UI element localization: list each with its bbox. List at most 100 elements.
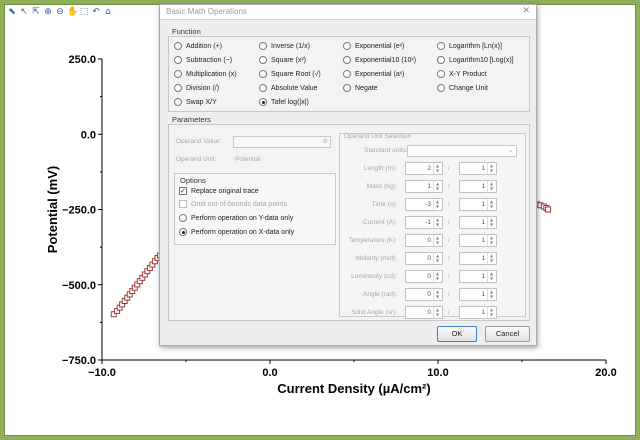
spinner-arrows-icon[interactable]: ▲ ▼	[487, 253, 495, 264]
radio-unselected-icon	[174, 70, 182, 78]
function-radio-10[interactable]: Exponential (aˣ)	[343, 70, 404, 78]
spinner-arrows-icon[interactable]: ▲ ▼	[433, 289, 441, 300]
unit-numerator-spinner[interactable]: 2 ▲ ▼	[405, 162, 443, 175]
unit-row-label: Solid Angle (sr):	[351, 309, 397, 316]
unit-numerator-spinner[interactable]: -1 ▲ ▼	[405, 216, 443, 229]
function-radio-6[interactable]: Exponential10 (10ˣ)	[343, 56, 416, 64]
unit-row-label: Time (s):	[371, 201, 397, 208]
spinner-arrows-icon[interactable]: ▲ ▼	[487, 199, 495, 210]
function-radio-label: Logarithm10 [Log(x)]	[449, 56, 514, 64]
function-radio-2[interactable]: Exponential (eˣ)	[343, 42, 404, 50]
spinner-arrows-icon[interactable]: ▲ ▼	[433, 199, 441, 210]
spinner-arrows-icon[interactable]: ▲ ▼	[487, 163, 495, 174]
function-radio-17[interactable]: Tafel log(|x|)	[259, 98, 309, 106]
function-radio-13[interactable]: Absolute Value	[259, 84, 318, 92]
spinner-value: 1	[481, 219, 485, 226]
unit-numerator-spinner[interactable]: 1 ▲ ▼	[405, 180, 443, 193]
unit-row-label: Molarity (mol):	[355, 255, 397, 262]
function-radio-9[interactable]: Square Root (√)	[259, 70, 321, 78]
function-radio-5[interactable]: Square (x²)	[259, 56, 306, 64]
spinner-arrows-icon[interactable]: ▲ ▼	[487, 271, 495, 282]
function-radio-0[interactable]: Addition (+)	[174, 42, 222, 50]
function-radio-14[interactable]: Negate	[343, 84, 378, 92]
options-group: Options ✓ Replace original trace Omit ou…	[174, 173, 336, 245]
ok-button[interactable]: OK	[437, 326, 477, 342]
y-tick-label: −750.0	[62, 355, 96, 367]
spinner-value: -1	[425, 219, 431, 226]
spinner-arrows-icon[interactable]: ▲ ▼	[433, 307, 441, 318]
unit-denominator-spinner[interactable]: 1 ▲ ▼	[459, 180, 497, 193]
function-radio-1[interactable]: Inverse (1/x)	[259, 42, 310, 50]
unit-denominator-spinner[interactable]: 1 ▲ ▼	[459, 270, 497, 283]
radio-unselected-icon	[343, 42, 351, 50]
operand-unit-selection-label: Operand Unit Selection	[344, 133, 412, 140]
unit-numerator-spinner[interactable]: 0 ▲ ▼	[405, 234, 443, 247]
function-group: Addition (+) Inverse (1/x) Exponential (eˣ…	[168, 36, 530, 112]
radio-unselected-icon	[437, 42, 445, 50]
spinner-arrows-icon[interactable]: ▲ ▼	[487, 235, 495, 246]
operand-value-field[interactable]: 0	[233, 136, 331, 148]
function-radio-11[interactable]: X-Y Product	[437, 70, 487, 78]
function-radio-12[interactable]: Division (/)	[174, 84, 219, 92]
spinner-arrows-icon[interactable]: ▲ ▼	[433, 235, 441, 246]
x-tick-label: 10.0	[427, 367, 448, 379]
operate-on-x-radio[interactable]: Perform operation on X-data only	[179, 228, 294, 236]
function-radio-3[interactable]: Logarithm [Ln(x)]	[437, 42, 502, 50]
spinner-value: 1	[427, 183, 431, 190]
function-radio-label: Multiplication (x)	[186, 70, 237, 78]
spinner-arrows-icon[interactable]: ▲ ▼	[433, 217, 441, 228]
function-radio-label: Square (x²)	[271, 56, 307, 64]
cancel-button[interactable]: Cancel	[485, 326, 530, 342]
spinner-arrows-icon[interactable]: ▲ ▼	[487, 181, 495, 192]
unit-denominator-spinner[interactable]: 1 ▲ ▼	[459, 216, 497, 229]
unit-denominator-spinner[interactable]: 1 ▲ ▼	[459, 234, 497, 247]
operate-on-x-label: Perform operation on X-data only	[191, 228, 295, 236]
close-icon[interactable]: ✕	[522, 6, 530, 16]
function-radio-label: Absolute Value	[271, 84, 318, 92]
spinner-arrows-icon[interactable]: ▲ ▼	[433, 163, 441, 174]
unit-numerator-spinner[interactable]: 0 ▲ ▼	[405, 306, 443, 319]
dialog-titlebar[interactable]: Basic Math Operations ✕	[160, 5, 536, 20]
unit-denominator-spinner[interactable]: 1 ▲ ▼	[459, 306, 497, 319]
omit-out-of-bounds-label: Omit out-of-bounds data points	[191, 200, 288, 208]
spinner-value: 0	[427, 237, 431, 244]
unit-divider: /	[448, 291, 450, 298]
replace-original-trace-checkbox[interactable]: ✓ Replace original trace	[179, 187, 259, 195]
unit-row-label: Luminosity (cd):	[351, 273, 397, 280]
unit-denominator-spinner[interactable]: 1 ▲ ▼	[459, 198, 497, 211]
unit-denominator-spinner[interactable]: 1 ▲ ▼	[459, 252, 497, 265]
spinner-arrows-icon[interactable]: ▲ ▼	[433, 253, 441, 264]
spinner-arrows-icon[interactable]: ▲ ▼	[433, 271, 441, 282]
spinner-arrows-icon[interactable]: ▲ ▼	[487, 307, 495, 318]
standard-units-select[interactable]: ⌄	[407, 145, 517, 157]
omit-out-of-bounds-checkbox[interactable]: Omit out-of-bounds data points	[179, 200, 287, 208]
function-radio-8[interactable]: Multiplication (x)	[174, 70, 237, 78]
spinner-arrows-icon[interactable]: ▲ ▼	[433, 181, 441, 192]
spinner-arrows-icon[interactable]: ▲ ▼	[487, 289, 495, 300]
checkbox-checked-icon: ✓	[179, 187, 187, 195]
unit-numerator-spinner[interactable]: -3 ▲ ▼	[405, 198, 443, 211]
function-radio-label: Logarithm [Ln(x)]	[449, 42, 502, 50]
checkbox-unchecked-icon	[179, 200, 187, 208]
function-radio-15[interactable]: Change Unit	[437, 84, 488, 92]
x-axis-title: Current Density (µA/cm²)	[277, 381, 430, 396]
dialog-title: Basic Math Operations	[166, 7, 247, 16]
function-radio-16[interactable]: Swap X/Y	[174, 98, 217, 106]
unit-numerator-spinner[interactable]: 0 ▲ ▼	[405, 252, 443, 265]
unit-numerator-spinner[interactable]: 0 ▲ ▼	[405, 288, 443, 301]
radio-unselected-icon	[343, 56, 351, 64]
operate-on-y-radio[interactable]: Perform operation on Y-data only	[179, 214, 293, 222]
unit-denominator-spinner[interactable]: 1 ▲ ▼	[459, 288, 497, 301]
radio-unselected-icon	[179, 214, 187, 222]
function-radio-7[interactable]: Logarithm10 [Log(x)]	[437, 56, 514, 64]
radio-unselected-icon	[437, 84, 445, 92]
unit-denominator-spinner[interactable]: 1 ▲ ▼	[459, 162, 497, 175]
operand-unit-selection-group: Operand Unit Selection Standard units: ⌄…	[339, 133, 526, 319]
spinner-arrows-icon[interactable]: ▲ ▼	[487, 217, 495, 228]
radio-unselected-icon	[174, 56, 182, 64]
function-radio-label: Division (/)	[186, 84, 220, 92]
unit-numerator-spinner[interactable]: 0 ▲ ▼	[405, 270, 443, 283]
operate-on-y-label: Perform operation on Y-data only	[191, 214, 294, 222]
y-tick-label: −250.0	[62, 205, 96, 217]
function-radio-4[interactable]: Subtraction (−)	[174, 56, 232, 64]
